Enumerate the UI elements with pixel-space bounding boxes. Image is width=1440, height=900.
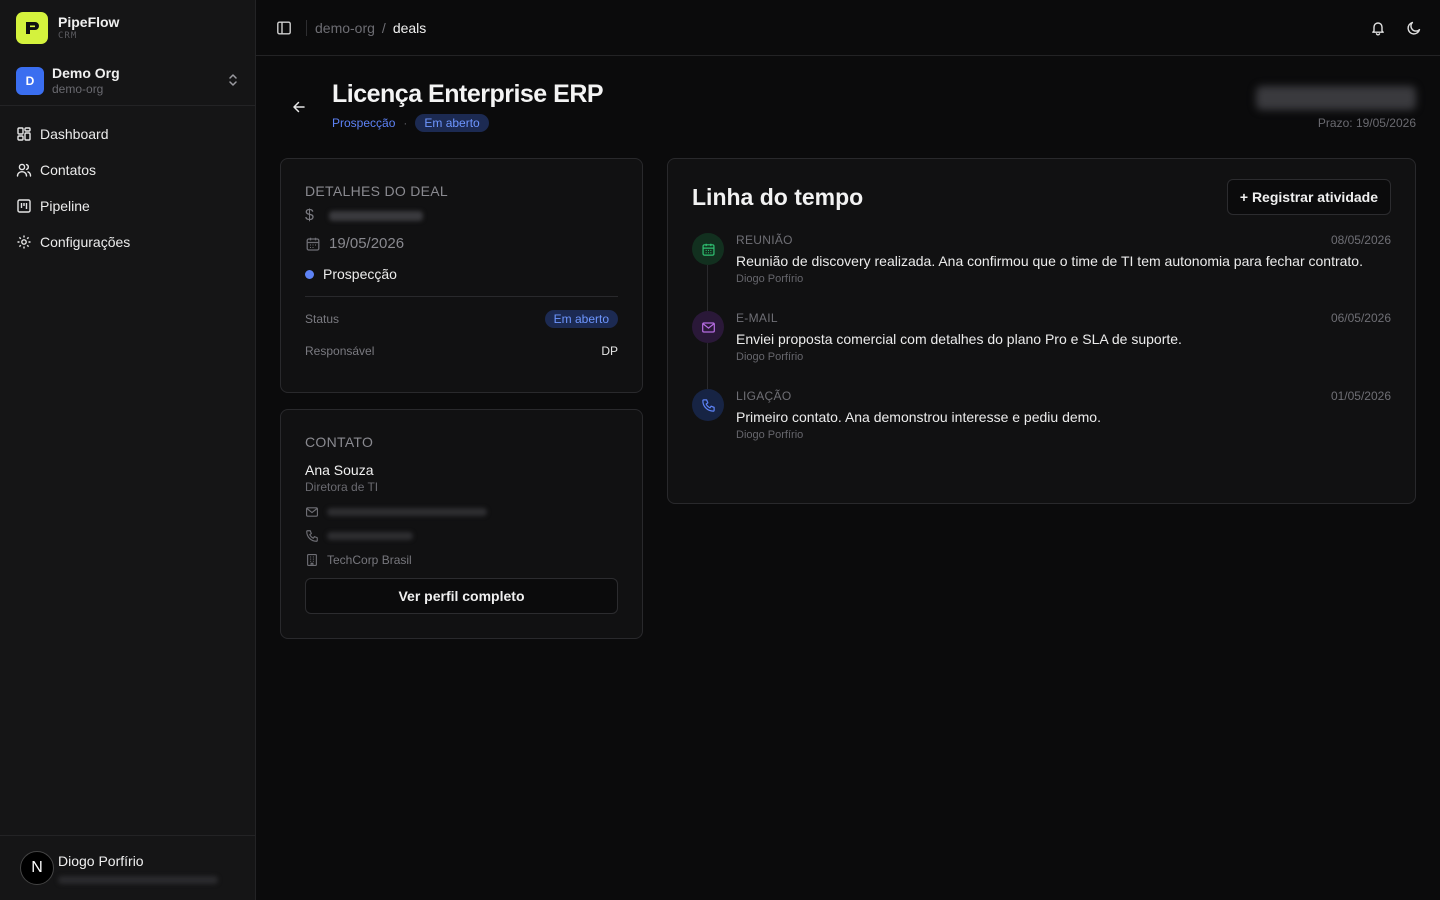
sidebar: PipeFlow CRM D Demo Org demo-org Dashboa… (0, 0, 256, 900)
building-icon (307, 554, 317, 566)
sidebar-item-pipeline[interactable]: Pipeline (0, 188, 255, 224)
sidebar-nav: Dashboard Contatos Pipeline Configuraçõe… (0, 106, 255, 260)
deal-value-redacted (1256, 86, 1416, 110)
sidebar-item-label: Configurações (40, 234, 131, 250)
deal-date: 19/05/2026 (329, 235, 405, 252)
chevrons-up-down-icon (227, 72, 239, 89)
activity-type: LIGAÇÃO (736, 389, 792, 403)
status-badge: Em aberto (415, 114, 489, 132)
sidebar-toggle-button[interactable] (274, 18, 294, 38)
moon-icon (1407, 21, 1421, 35)
sidebar-item-configuracoes[interactable]: Configurações (0, 224, 255, 260)
card-title: DETALHES DO DEAL (305, 183, 449, 199)
org-avatar: D (16, 66, 44, 95)
org-slug: demo-org (52, 81, 104, 96)
divider (306, 19, 307, 36)
users-icon (16, 163, 32, 177)
meeting-activity-icon (692, 233, 724, 265)
timeline-list: REUNIÃO 08/05/2026 Reunião de discovery … (692, 233, 1391, 467)
view-full-profile-button[interactable]: Ver perfil completo (305, 578, 618, 614)
user-menu[interactable]: N Diogo Porfírio (0, 835, 255, 900)
stage-dot (305, 269, 314, 279)
user-avatar: N (20, 851, 54, 885)
activity-description: Reunião de discovery realizada. Ana conf… (736, 253, 1363, 269)
main-content: demo-org / deals Licença Enterprise ERP … (256, 0, 1440, 900)
activity-date: 06/05/2026 (1330, 311, 1391, 325)
activity-author: Diogo Porfírio (736, 429, 804, 441)
owner-initials: DP (601, 344, 618, 358)
activity-author: Diogo Porfírio (736, 351, 804, 363)
deal-stage-link[interactable]: Prospecção (332, 116, 395, 130)
sidebar-item-label: Pipeline (40, 198, 90, 214)
sidebar-item-label: Dashboard (40, 126, 109, 142)
arrow-left-icon (293, 101, 305, 113)
currency-symbol: $ (305, 207, 314, 224)
sidebar-item-contatos[interactable]: Contatos (0, 152, 255, 188)
brand-subtitle: CRM (58, 31, 78, 41)
back-button[interactable] (290, 98, 308, 116)
status-label: Status (305, 312, 340, 326)
activity-date: 08/05/2026 (1330, 233, 1391, 247)
contact-email-redacted (327, 508, 487, 516)
phone-icon (306, 530, 318, 542)
org-name: Demo Org (52, 64, 120, 81)
card-title: CONTATO (305, 434, 374, 450)
activity-description: Enviei proposta comercial com detalhes d… (736, 331, 1182, 347)
status-badge: Em aberto (544, 310, 618, 328)
timeline-card: Linha do tempo + Registrar atividade REU… (667, 158, 1416, 504)
timeline-item: REUNIÃO 08/05/2026 Reunião de discovery … (692, 233, 1391, 311)
calendar-icon (306, 237, 320, 251)
timeline-item: E-MAIL 06/05/2026 Enviei proposta comerc… (692, 311, 1391, 389)
breadcrumb-org[interactable]: demo-org (315, 20, 375, 36)
page-title: Licença Enterprise ERP (332, 80, 604, 108)
timeline-connector (707, 343, 708, 389)
breadcrumb-current: deals (392, 19, 427, 36)
deal-deadline: Prazo: 19/05/2026 (1317, 116, 1416, 130)
divider (305, 296, 618, 297)
owner-label: Responsável (305, 344, 375, 358)
mail-icon (701, 321, 715, 333)
contact-role: Diretora de TI (305, 480, 379, 494)
register-activity-button[interactable]: + Registrar atividade (1226, 179, 1391, 215)
contact-phone-redacted (327, 532, 413, 540)
timeline-title: Linha do tempo (692, 183, 864, 210)
activity-type: REUNIÃO (736, 233, 793, 247)
brand-name: PipeFlow (58, 14, 120, 30)
sidebar-item-dashboard[interactable]: Dashboard (0, 116, 255, 152)
deal-details-card: DETALHES DO DEAL $ 19/05/2026 Prospecção… (280, 158, 643, 393)
meta-separator: · (403, 116, 408, 130)
deal-amount-redacted (329, 211, 423, 221)
bell-icon (1372, 21, 1384, 36)
mail-icon (306, 507, 318, 517)
user-name: Diogo Porfírio (58, 853, 144, 869)
dashboard-icon (17, 127, 31, 141)
deal-header: Licença Enterprise ERP Prospecção · Em a… (280, 80, 1416, 140)
panel-left-icon (277, 21, 291, 35)
call-activity-icon (692, 389, 724, 421)
topbar: demo-org / deals (256, 0, 1440, 56)
user-email-redacted (58, 876, 218, 884)
pipeflow-logo-icon (16, 12, 48, 44)
deal-stage: Prospecção (323, 266, 397, 282)
activity-date: 01/05/2026 (1330, 389, 1391, 403)
org-switcher[interactable]: D Demo Org demo-org (0, 56, 255, 106)
sidebar-item-label: Contatos (40, 162, 97, 178)
activity-type: E-MAIL (736, 311, 778, 325)
brand[interactable]: PipeFlow CRM (0, 0, 255, 56)
theme-toggle-button[interactable] (1406, 20, 1422, 36)
notifications-button[interactable] (1370, 20, 1386, 36)
email-activity-icon (692, 311, 724, 343)
phone-icon (701, 398, 715, 412)
timeline-item: LIGAÇÃO 01/05/2026 Primeiro contato. Ana… (692, 389, 1391, 467)
contact-company: TechCorp Brasil (327, 553, 412, 567)
contact-card: CONTATO Ana Souza Diretora de TI TechCor… (280, 409, 643, 639)
gear-icon (17, 235, 31, 249)
activity-author: Diogo Porfírio (736, 273, 804, 285)
contact-name: Ana Souza (305, 462, 374, 478)
kanban-icon (17, 199, 31, 213)
breadcrumb-separator: / (381, 19, 386, 36)
calendar-icon (701, 243, 715, 256)
activity-description: Primeiro contato. Ana demonstrou interes… (736, 409, 1101, 425)
timeline-connector (707, 265, 708, 311)
